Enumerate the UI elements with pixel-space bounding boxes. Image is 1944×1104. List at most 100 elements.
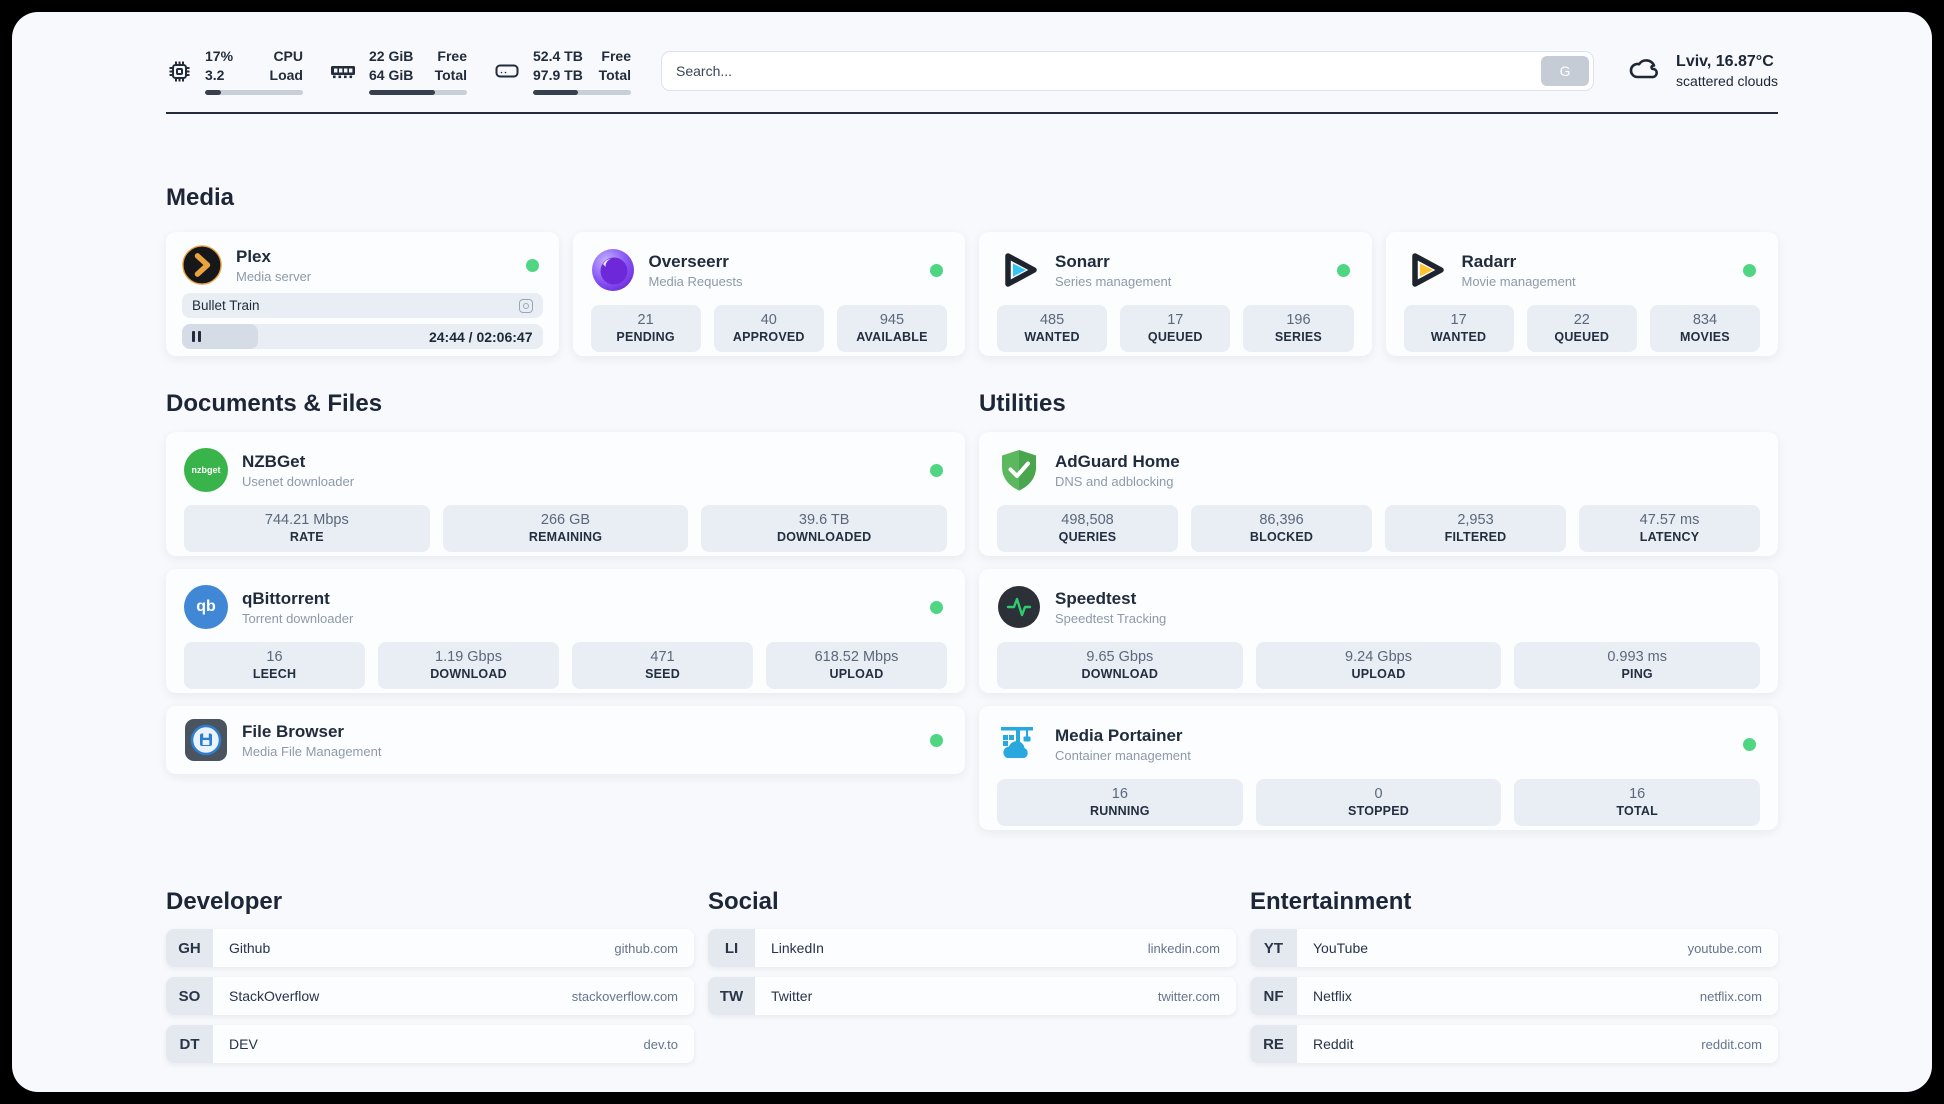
stat-pill: 22 QUEUED: [1526, 305, 1637, 352]
status-dot: [930, 463, 943, 477]
app-card-overseerr[interactable]: Overseerr Media Requests 21 PENDING 40 A…: [572, 232, 965, 356]
app-name: Overseerr: [648, 251, 729, 271]
link-stackoverflow[interactable]: SO StackOverflow stackoverflow.com: [166, 977, 694, 1015]
link-dev[interactable]: DT DEV dev.to: [166, 1025, 694, 1063]
now-playing-icon[interactable]: [518, 298, 533, 313]
app-subtitle: Container management: [1055, 748, 1191, 764]
documents-column: Documents & Files nzbget NZBGet Usenet d…: [166, 390, 965, 830]
link-name: Reddit: [1313, 1036, 1354, 1052]
stat-pill: 16 LEECH: [184, 642, 365, 689]
app-card-nzbget[interactable]: nzbget NZBGet Usenet downloader 744.21 M…: [166, 432, 965, 556]
link-youtube[interactable]: YT YouTube youtube.com: [1250, 929, 1778, 967]
status-dot: [930, 733, 943, 747]
app-subtitle: Movie management: [1461, 274, 1576, 290]
section-title-entertainment: Entertainment: [1250, 888, 1412, 915]
stat-pill: 16 RUNNING: [997, 779, 1243, 826]
link-twitter[interactable]: TW Twitter twitter.com: [708, 977, 1236, 1015]
app-subtitle: Media File Management: [242, 744, 382, 760]
speedtest-icon: [997, 585, 1041, 629]
adguard-icon: [997, 448, 1041, 492]
cpu-icon: [166, 58, 193, 85]
link-url: linkedin.com: [1147, 940, 1220, 956]
disk-progress-bar: [533, 89, 631, 95]
stat-pill: 618.52 Mbps UPLOAD: [766, 642, 947, 689]
app-subtitle: DNS and adblocking: [1055, 474, 1174, 490]
link-url: youtube.com: [1687, 940, 1762, 956]
stat-pill: 16 TOTAL: [1514, 779, 1761, 826]
stat-pill: 485 WANTED: [997, 305, 1108, 352]
stat-pill: 196 SERIES: [1243, 305, 1354, 352]
now-playing-title: Bullet Train: [192, 298, 260, 313]
stat-pill: 2,953 FILTERED: [1385, 505, 1566, 552]
now-playing-bar[interactable]: Bullet Train: [182, 293, 543, 318]
utilities-column: Utilities AdGuard Home DNS and adblockin…: [979, 390, 1778, 830]
stat-pill: 498,508 QUERIES: [997, 505, 1178, 552]
link-netflix[interactable]: NF Netflix netflix.com: [1250, 977, 1778, 1015]
search-input[interactable]: [661, 51, 1595, 91]
media-grid: Plex Media server Bullet Train 24:44 / 0…: [166, 232, 1778, 356]
app-subtitle: Media Requests: [648, 274, 743, 290]
stat-pill: 744.21 Mbps RATE: [184, 505, 430, 552]
social-section: Social LI LinkedIn linkedin.com TW Twitt…: [708, 888, 1236, 1063]
app-name: Radarr: [1461, 251, 1517, 271]
link-url: stackoverflow.com: [571, 988, 678, 1004]
app-card-radarr[interactable]: Radarr Movie management 17 WANTED 22 QUE…: [1385, 232, 1778, 356]
app-card-plex[interactable]: Plex Media server Bullet Train 24:44 / 0…: [166, 232, 559, 356]
playback-progress-bar[interactable]: 24:44 / 02:06:47: [182, 324, 543, 349]
pause-button[interactable]: [192, 331, 201, 342]
cpu-progress-bar: [205, 89, 303, 95]
stat-pill: 945 AVAILABLE: [836, 305, 948, 352]
status-dot: [930, 263, 943, 277]
app-subtitle: Media server: [236, 269, 312, 285]
portainer-icon: [997, 722, 1041, 766]
plex-icon: [182, 245, 222, 285]
app-name: Plex: [236, 246, 271, 266]
app-name: Media Portainer: [1055, 725, 1183, 745]
stat-pill: 21 PENDING: [590, 305, 701, 352]
weather-summary: Lviv, 16.87°C: [1676, 53, 1774, 70]
app-card-sonarr[interactable]: Sonarr Series management 485 WANTED 17 Q…: [979, 232, 1372, 356]
radarr-icon: [1404, 248, 1448, 292]
link-name: Twitter: [771, 988, 813, 1004]
link-name: LinkedIn: [771, 940, 824, 956]
link-url: github.com: [614, 940, 678, 956]
link-url: reddit.com: [1701, 1036, 1762, 1052]
app-card-adguard[interactable]: AdGuard Home DNS and adblocking 498,508 …: [979, 432, 1778, 556]
topbar: 17% 3.2 CPU Load 22 GiB 64 GiB Free Tota…: [166, 38, 1778, 104]
search-bar: G: [661, 51, 1595, 91]
app-name: NZBGet: [242, 451, 306, 471]
stat-pill: 0 STOPPED: [1255, 779, 1502, 826]
app-subtitle: Speedtest Tracking: [1055, 611, 1167, 627]
weather-widget[interactable]: Lviv, 16.87°C scattered clouds: [1624, 49, 1778, 94]
filebrowser-icon: [184, 718, 228, 762]
section-title-media: Media: [166, 184, 235, 211]
stat-pill: 47.57 ms LATENCY: [1579, 505, 1760, 552]
app-name: File Browser: [242, 721, 345, 741]
link-github[interactable]: GH Github github.com: [166, 929, 694, 967]
ram-labels: Free Total: [434, 48, 467, 83]
link-name: Netflix: [1313, 988, 1352, 1004]
sonarr-icon: [997, 248, 1041, 292]
link-name: YouTube: [1313, 940, 1369, 956]
link-name: Github: [229, 940, 271, 956]
link-reddit[interactable]: RE Reddit reddit.com: [1250, 1025, 1778, 1063]
link-linkedin[interactable]: LI LinkedIn linkedin.com: [708, 929, 1236, 967]
app-card-portainer[interactable]: Media Portainer Container management 16 …: [979, 706, 1778, 830]
app-card-filebrowser[interactable]: File Browser Media File Management: [166, 706, 965, 774]
ram-icon: [329, 57, 357, 85]
status-dot: [1743, 263, 1756, 277]
stat-pill: 40 APPROVED: [713, 305, 824, 352]
link-abbr: SO: [166, 977, 213, 1015]
overseerr-icon: [591, 248, 635, 292]
app-name: AdGuard Home: [1055, 451, 1180, 471]
app-card-qbittorrent[interactable]: qb qBittorrent Torrent downloader 16 LEE…: [166, 569, 965, 693]
disk-values: 52.4 TB 97.9 TB: [533, 48, 583, 83]
link-abbr: LI: [708, 929, 755, 967]
link-name: DEV: [229, 1036, 258, 1052]
search-engine-button[interactable]: G: [1541, 56, 1590, 86]
system-stats: 17% 3.2 CPU Load 22 GiB 64 GiB Free Tota…: [166, 47, 631, 95]
app-card-speedtest[interactable]: Speedtest Speedtest Tracking 9.65 Gbps D…: [979, 569, 1778, 693]
stat-pill: 17 WANTED: [1403, 305, 1514, 352]
qbittorrent-icon: qb: [184, 585, 228, 629]
section-title-social: Social: [708, 888, 779, 915]
